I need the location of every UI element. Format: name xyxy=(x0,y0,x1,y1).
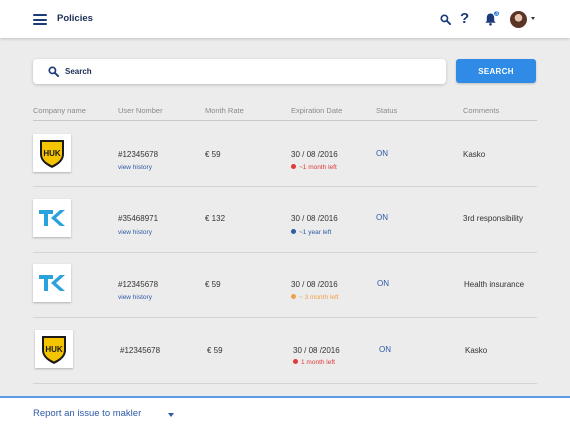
time-left: ~1 month left xyxy=(291,164,337,171)
warning-dot-icon xyxy=(291,294,296,299)
user-avatar[interactable] xyxy=(510,11,527,28)
view-history-link[interactable]: view history xyxy=(118,229,152,236)
month-rate: € 132 xyxy=(205,214,226,223)
table-row[interactable]: #12345678 view history € 59 30 / 08 /201… xyxy=(33,252,537,318)
info-dot-icon xyxy=(291,229,296,234)
time-left: ~1 year left xyxy=(291,229,331,236)
comment: Health insurance xyxy=(464,280,525,289)
report-issue-link[interactable]: Report an issue to makler xyxy=(33,408,141,419)
expiration-date: 30 / 08 /2016 xyxy=(291,150,338,159)
time-left: 1 month left xyxy=(293,359,335,366)
time-left-label: 1 month left xyxy=(301,359,335,366)
column-header-expiration: Expiration Date xyxy=(291,106,343,115)
view-history-link[interactable]: view history xyxy=(118,294,152,301)
column-header-user-number: User Nomber xyxy=(118,106,163,115)
expiration-date: 30 / 08 /2016 xyxy=(291,280,338,289)
chevron-down-icon[interactable] xyxy=(168,413,174,417)
alert-dot-icon xyxy=(291,164,296,169)
report-bar: Report an issue to makler xyxy=(0,396,570,430)
time-left: ~ 3 month left xyxy=(291,294,339,301)
chevron-down-icon[interactable] xyxy=(531,17,535,20)
search-input[interactable] xyxy=(65,59,435,84)
svg-text:HUK: HUK xyxy=(45,345,63,354)
time-left-label: ~ 3 month left xyxy=(299,294,339,301)
search-icon xyxy=(48,66,59,77)
notification-badge: 3 xyxy=(493,10,500,17)
status-toggle[interactable]: ON xyxy=(379,345,391,354)
comment: Kasko xyxy=(465,346,488,355)
user-number: #12345678 xyxy=(118,280,159,289)
search-button[interactable]: SEARCH xyxy=(456,59,536,83)
table-row[interactable]: #35468971 view history € 132 30 / 08 /20… xyxy=(33,187,537,253)
user-number: #12345678 xyxy=(120,346,161,355)
hamburger-icon[interactable] xyxy=(33,14,47,25)
table-row[interactable]: HUK #12345678 € 59 30 / 08 /2016 1 month… xyxy=(33,318,537,384)
time-left-label: ~1 month left xyxy=(299,164,337,171)
column-header-month-rate: Month Rate xyxy=(205,106,244,115)
alert-dot-icon xyxy=(293,359,298,364)
column-header-comments: Comments xyxy=(463,106,500,115)
time-left-label: ~1 year left xyxy=(299,229,332,236)
status-toggle[interactable]: ON xyxy=(377,279,389,288)
status-toggle[interactable]: ON xyxy=(376,149,388,158)
search-box xyxy=(33,59,446,84)
huk-logo: HUK xyxy=(33,134,71,172)
table-row[interactable]: HUK #12345678 view history € 59 30 / 08 … xyxy=(33,121,537,187)
month-rate: € 59 xyxy=(205,280,221,289)
expiration-date: 30 / 08 /2016 xyxy=(291,214,338,223)
expiration-date: 30 / 08 /2016 xyxy=(293,346,340,355)
column-header-company: Company name xyxy=(33,106,86,115)
tk-logo xyxy=(33,199,71,237)
comment: Kasko xyxy=(463,150,486,159)
view-history-link[interactable]: view history xyxy=(118,164,152,171)
svg-text:HUK: HUK xyxy=(43,149,61,158)
top-bar: Policies ? 3 xyxy=(0,0,570,38)
month-rate: € 59 xyxy=(207,346,223,355)
page-title: Policies xyxy=(57,13,93,24)
row-divider xyxy=(33,383,537,384)
month-rate: € 59 xyxy=(205,150,221,159)
comment: 3rd responsibility xyxy=(463,214,524,223)
huk-logo: HUK xyxy=(35,330,73,368)
tk-logo xyxy=(33,264,71,302)
search-icon[interactable] xyxy=(440,14,451,25)
user-number: #35468971 xyxy=(118,214,159,223)
user-number: #12345678 xyxy=(118,150,159,159)
status-toggle[interactable]: ON xyxy=(376,213,388,222)
help-icon[interactable]: ? xyxy=(460,10,469,28)
column-header-status: Status xyxy=(376,106,398,115)
